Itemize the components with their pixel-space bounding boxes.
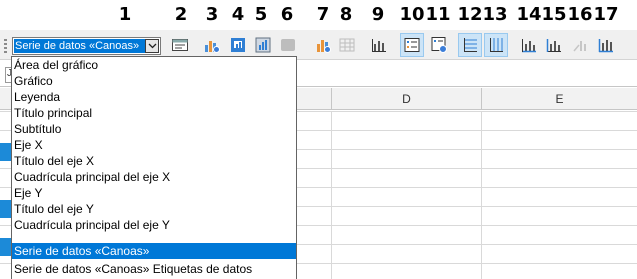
option-subtitle[interactable]: Subtítulo: [12, 121, 296, 137]
number-label-17: 17: [593, 4, 619, 25]
select-chart-element-combobox[interactable]: Serie de datos «Canoas»: [12, 37, 161, 55]
number-label-2: 2: [174, 4, 188, 25]
number-label-10: 10: [399, 4, 425, 25]
legend-format-icon[interactable]: [427, 33, 451, 57]
title-icon[interactable]: [367, 33, 391, 57]
horizontal-grid-icon[interactable]: [458, 33, 482, 57]
z-axis-icon[interactable]: [568, 33, 592, 57]
number-label-11: 11: [425, 4, 451, 25]
option-y-axis[interactable]: Eje Y: [12, 185, 296, 201]
data-labels-icon[interactable]: [594, 33, 618, 57]
option-y-axis-major-grid[interactable]: Cuadrícula principal del eje Y: [12, 217, 296, 233]
combobox-selected-value[interactable]: Serie de datos «Canoas»: [14, 39, 145, 53]
toolbar-grip-handle[interactable]: [4, 39, 7, 53]
number-label-15: 15: [541, 4, 567, 25]
data-table-icon[interactable]: [311, 33, 335, 57]
number-label-9: 9: [371, 4, 385, 25]
x-axis-icon[interactable]: [517, 33, 541, 57]
chart-type-icon[interactable]: [200, 33, 224, 57]
number-label-14: 14: [516, 4, 542, 25]
number-label-13: 13: [482, 4, 508, 25]
legend-on-off-icon[interactable]: [400, 33, 424, 57]
number-label-3: 3: [205, 4, 219, 25]
insert-grid-icon[interactable]: [335, 33, 359, 57]
chart-area-icon[interactable]: [226, 33, 250, 57]
column-divider: [481, 111, 482, 279]
option-x-axis-title[interactable]: Título del eje X: [12, 153, 296, 169]
column-divider: [331, 111, 332, 279]
vertical-grid-icon[interactable]: [484, 33, 508, 57]
number-label-12: 12: [457, 4, 483, 25]
option-y-axis-title[interactable]: Título del eje Y: [12, 201, 296, 217]
option-x-axis[interactable]: Eje X: [12, 137, 296, 153]
number-label-8: 8: [339, 4, 353, 25]
number-label-16: 16: [567, 4, 593, 25]
option-data-series-labels[interactable]: Serie de datos «Canoas» Etiquetas de dat…: [12, 261, 296, 277]
option-data-series-selected[interactable]: Serie de datos «Canoas»: [12, 243, 296, 259]
column-header-e[interactable]: E: [481, 88, 637, 110]
chart-wall-icon[interactable]: [251, 33, 275, 57]
number-label-5: 5: [254, 4, 268, 25]
option-chart-area[interactable]: Área del gráfico: [12, 57, 296, 73]
option-legend[interactable]: Leyenda: [12, 89, 296, 105]
column-header-d[interactable]: D: [331, 88, 481, 110]
y-axis-icon[interactable]: [542, 33, 566, 57]
option-chart[interactable]: Gráfico: [12, 73, 296, 89]
number-label-6: 6: [280, 4, 294, 25]
chart-floor-icon[interactable]: [276, 33, 300, 57]
number-label-1: 1: [118, 4, 132, 25]
option-main-title[interactable]: Título principal: [12, 105, 296, 121]
chevron-down-icon[interactable]: [145, 39, 159, 53]
option-x-axis-major-grid[interactable]: Cuadrícula principal del eje X: [12, 169, 296, 185]
chart-element-dropdown-list: Área del gráfico Gráfico Leyenda Título …: [11, 56, 297, 279]
format-selection-icon[interactable]: [168, 33, 192, 57]
